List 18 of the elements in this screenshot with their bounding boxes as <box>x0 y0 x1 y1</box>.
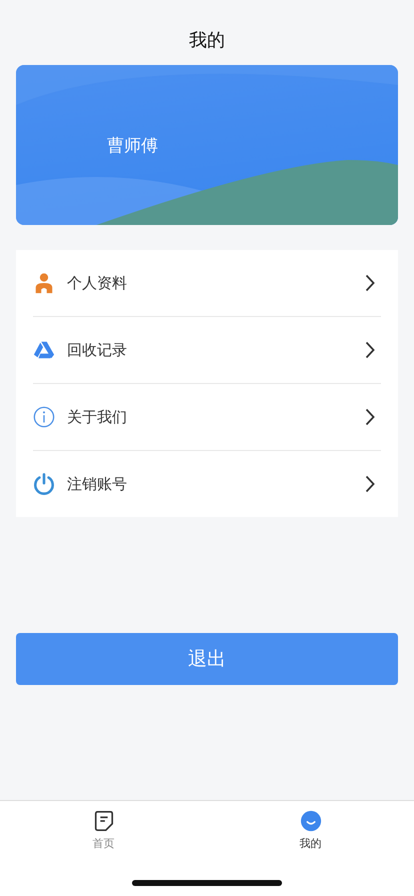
page-title: 我的 <box>188 29 226 53</box>
menu-item[interactable]: 回收记录 <box>33 317 381 384</box>
chevron-icon <box>365 408 375 426</box>
tab-item[interactable]: 我的 <box>207 801 414 851</box>
document-icon <box>92 809 114 833</box>
tab-item[interactable]: 首页 <box>0 801 207 851</box>
menu-item[interactable]: 个人资料 <box>33 250 381 317</box>
user-name: 曹师傅 <box>107 134 158 156</box>
person-icon <box>33 272 55 294</box>
power-icon <box>33 473 55 495</box>
chevron-icon <box>365 341 375 359</box>
info-icon <box>33 406 55 428</box>
smile-icon <box>300 809 322 833</box>
menu-item[interactable]: 关于我们 <box>33 384 381 451</box>
chevron-icon <box>365 475 375 493</box>
chevron-icon <box>365 274 375 292</box>
triangle-icon <box>33 339 55 361</box>
menu-item[interactable]: 注销账号 <box>33 451 381 517</box>
